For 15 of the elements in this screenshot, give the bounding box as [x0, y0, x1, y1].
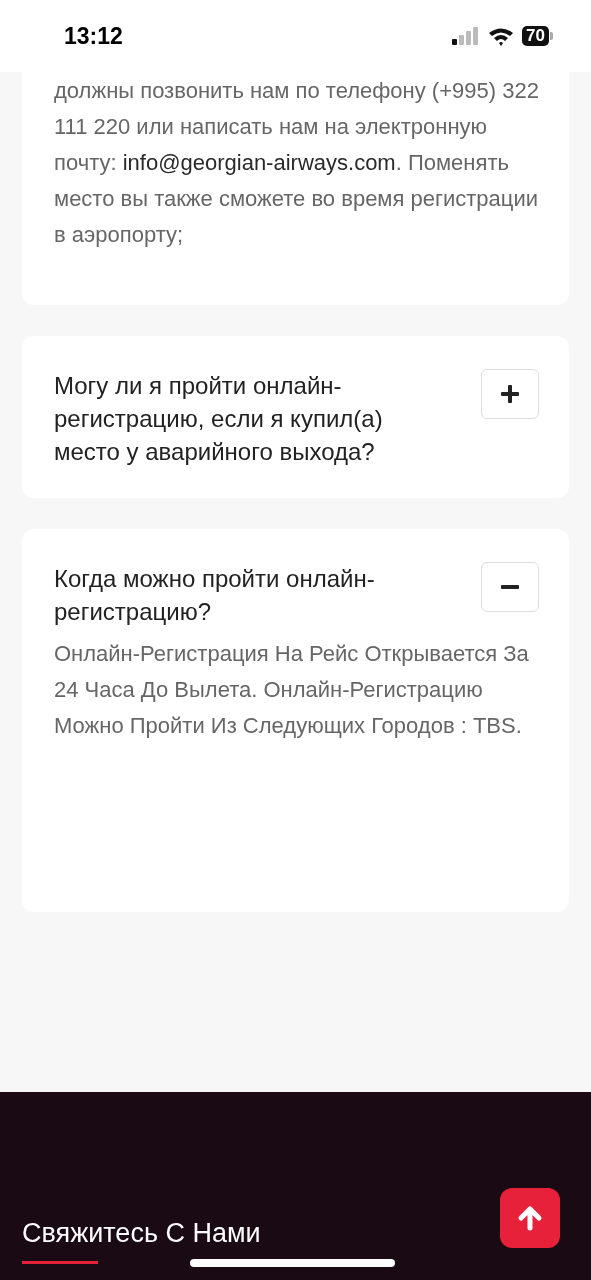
footer-heading[interactable]: Свяжитесь С Нами [22, 1218, 261, 1248]
answer-text: должны позвонить нам по телефону (+995) 322 111 220 или написать нам на электронную почту: info@georgian-airways.com. Поменять место вы также сможете во время регистрации в аэропорту; [54, 77, 539, 249]
collapse-button[interactable] [481, 562, 539, 612]
signal-icon [452, 27, 481, 45]
faq-question[interactable]: Когда можно пройти онлайн-регистрацию? [54, 562, 404, 628]
email-link[interactable]: info@georgian-airways.com [122, 150, 396, 175]
expand-button[interactable] [481, 369, 539, 419]
wifi-icon [488, 26, 515, 46]
scroll-top-button[interactable] [500, 1188, 560, 1248]
arrow-up-icon [517, 1205, 543, 1231]
faq-question[interactable]: Могу ли я пройти онлайн-регистрацию, если я купил(а) место у аварийного выхода? [54, 369, 404, 468]
plus-icon [501, 385, 519, 403]
minus-icon [501, 585, 519, 589]
clock-time: 13:12 [64, 22, 123, 50]
answer-text: Онлайн-Регистрация На Рейс Открывается За 24 Часа До Вылета. Онлайн-Регистрацию Можно Пройти Из Следующих Городов : TBS. [54, 640, 530, 740]
